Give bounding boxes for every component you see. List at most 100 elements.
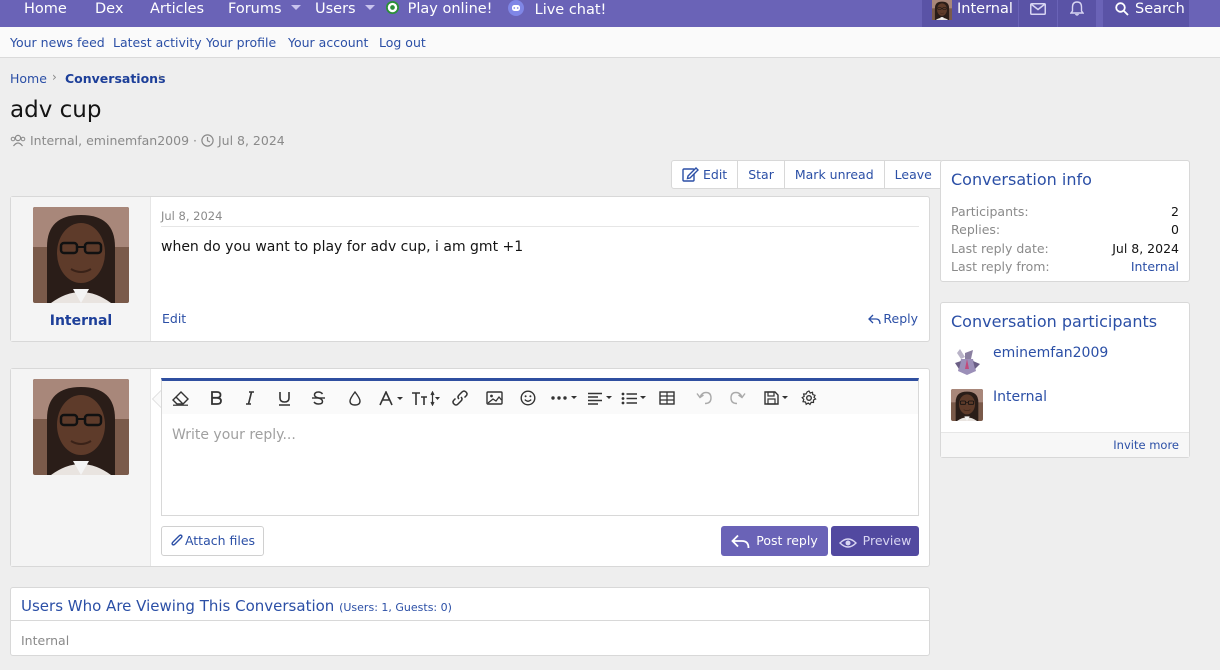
avatar	[932, 0, 952, 20]
drafts-icon[interactable]	[763, 387, 793, 409]
avatar[interactable]	[33, 207, 129, 303]
preview-button[interactable]: Preview	[831, 526, 919, 556]
list-icon[interactable]	[620, 387, 650, 409]
message-reply-link[interactable]: Reply	[868, 311, 918, 326]
strikethrough-icon[interactable]	[307, 387, 329, 409]
message-edit-link[interactable]: Edit	[162, 311, 186, 326]
mark-unread-button[interactable]: Mark unread	[783, 161, 884, 188]
message-body: when do you want to play for adv cup, i …	[161, 239, 524, 255]
info-value: 0	[1171, 222, 1179, 237]
meta-separator: ·	[193, 133, 197, 148]
reply-icon	[731, 534, 750, 549]
nav-articles[interactable]: Articles	[150, 0, 204, 27]
nav-play-online[interactable]: Play online!	[385, 0, 493, 27]
gear-icon[interactable]	[798, 387, 820, 409]
redo-icon[interactable]	[727, 387, 749, 409]
table-icon[interactable]	[656, 387, 678, 409]
viewers-title-text: Users Who Are Viewing This Conversation	[21, 597, 335, 615]
participant-name[interactable]: eminemfan2009	[993, 345, 1108, 361]
info-row-replies: Replies: 0	[951, 222, 1179, 237]
underline-icon[interactable]	[273, 387, 295, 409]
smiley-icon[interactable]	[517, 387, 539, 409]
image-icon[interactable]	[483, 387, 505, 409]
avatar	[33, 379, 129, 475]
nav-forums[interactable]: Forums	[228, 0, 301, 27]
conversation-info: Conversation info Participants: 2 Replies…	[940, 160, 1190, 282]
sub-nav: Your news feed Latest activity Your prof…	[0, 27, 1220, 58]
chevron-down-icon[interactable]	[290, 5, 301, 10]
account-menu[interactable]: Internal	[922, 0, 1018, 27]
undo-icon[interactable]	[693, 387, 715, 409]
post-reply-button[interactable]: Post reply	[721, 526, 828, 556]
participant-name[interactable]: Internal	[993, 389, 1047, 405]
info-value: 2	[1171, 204, 1179, 219]
nav-users-label: Users	[315, 1, 356, 17]
chevron-down-icon[interactable]	[364, 5, 375, 10]
nav-users[interactable]: Users	[315, 0, 375, 27]
subnav-your-account[interactable]: Your account	[288, 35, 368, 50]
inbox-button[interactable]	[1019, 0, 1057, 27]
nav-live-chat[interactable]: Live chat!	[508, 0, 606, 27]
subnav-news-feed[interactable]: Your news feed	[10, 35, 105, 50]
meta-date: Jul 8, 2024	[217, 133, 285, 148]
top-nav: Home Dex Articles Forums Users Play onli…	[0, 0, 1220, 27]
viewers-counts: (Users: 1, Guests: 0)	[339, 601, 452, 614]
conversation-participants: Conversation participants eminemfan2009 …	[940, 302, 1190, 458]
info-label: Last reply date:	[951, 241, 1049, 256]
info-label: Last reply from:	[951, 259, 1050, 274]
message-user-cell: Internal	[11, 197, 151, 341]
paperclip-icon	[171, 534, 183, 546]
leave-button[interactable]: Leave	[883, 161, 942, 188]
editor-toolbar	[161, 378, 919, 415]
attach-files-button[interactable]: Attach files	[161, 526, 264, 556]
meta-participants[interactable]: Internal, eminemfan2009	[30, 133, 189, 148]
participants-title: Conversation participants	[951, 312, 1158, 331]
nav-dex[interactable]: Dex	[95, 0, 123, 27]
viewers-list[interactable]: Internal	[21, 633, 69, 648]
invite-more-link[interactable]: Invite more	[1113, 438, 1179, 452]
info-row-last-reply-date: Last reply date: Jul 8, 2024	[951, 241, 1179, 256]
message-date[interactable]: Jul 8, 2024	[161, 209, 222, 223]
avatar[interactable]	[951, 389, 983, 421]
italic-icon[interactable]	[239, 387, 261, 409]
viewers-block: Users Who Are Viewing This Conversation …	[10, 587, 930, 656]
attach-files-label: Attach files	[184, 533, 256, 548]
clear-formatting-icon[interactable]	[169, 387, 191, 409]
star-button[interactable]: Star	[737, 161, 784, 188]
subnav-latest-activity[interactable]: Latest activity	[113, 35, 202, 50]
breadcrumb-conversations[interactable]: Conversations	[65, 71, 166, 86]
reply-form: Write your reply... Attach files Post re…	[10, 368, 930, 567]
nav-home[interactable]: Home	[24, 0, 67, 27]
envelope-icon	[1030, 3, 1046, 15]
info-value-user-link[interactable]: Internal	[1131, 259, 1179, 274]
more-options-icon[interactable]	[549, 387, 579, 409]
font-size-icon[interactable]	[410, 387, 440, 409]
viewers-title: Users Who Are Viewing This Conversation …	[21, 597, 452, 615]
link-icon[interactable]	[449, 387, 471, 409]
search-icon	[1115, 2, 1129, 16]
play-online-icon	[385, 0, 400, 15]
subnav-your-profile[interactable]: Your profile	[206, 35, 276, 50]
divider	[11, 620, 929, 621]
subnav-log-out[interactable]: Log out	[379, 35, 426, 50]
message: Internal Jul 8, 2024 when do you want to…	[10, 196, 930, 342]
eye-icon	[838, 538, 857, 548]
breadcrumb-home[interactable]: Home	[10, 71, 47, 86]
info-row-last-reply-from: Last reply from: Internal	[951, 259, 1179, 274]
message-author[interactable]: Internal	[11, 313, 151, 329]
bold-icon[interactable]	[205, 387, 227, 409]
edit-button[interactable]: Edit	[672, 161, 737, 188]
font-family-icon[interactable]	[378, 387, 406, 409]
text-color-icon[interactable]	[344, 387, 366, 409]
nav-live-chat-label: Live chat!	[534, 2, 607, 18]
alerts-button[interactable]	[1058, 0, 1096, 27]
preview-label: Preview	[862, 533, 912, 548]
reply-input[interactable]: Write your reply...	[161, 414, 919, 516]
avatar[interactable]	[951, 345, 983, 377]
participants-footer: Invite more	[941, 432, 1189, 457]
chevron-right-icon: ›	[52, 70, 57, 84]
search-button[interactable]: Search	[1103, 0, 1189, 27]
align-icon[interactable]	[586, 387, 616, 409]
page-title: adv cup	[10, 97, 102, 123]
nav-play-online-label: Play online!	[407, 1, 493, 17]
